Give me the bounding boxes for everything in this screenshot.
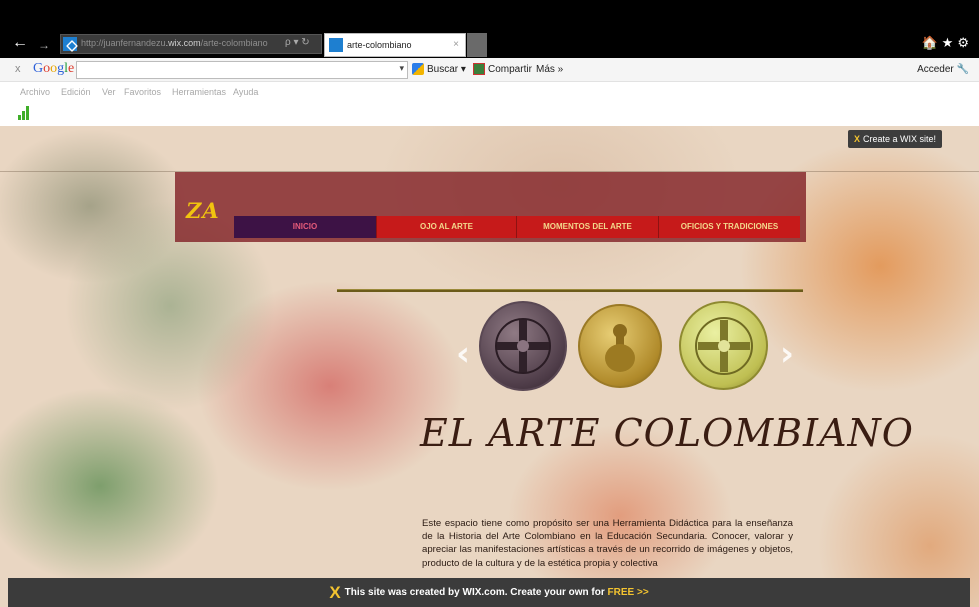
wix-favicon-icon — [329, 38, 343, 52]
coin-image[interactable] — [679, 301, 768, 390]
browser-titlebar: ← → http://juanfernandezu.wix.com/arte-c… — [0, 0, 979, 58]
coin-image[interactable] — [479, 301, 567, 391]
close-tab-icon[interactable]: × — [453, 39, 459, 50]
coin-poporo-icon — [605, 324, 635, 372]
nav-oficios-y-tradiciones[interactable]: OFICIOS Y TRADICIONES — [659, 216, 800, 238]
google-search-input[interactable]: ▾ — [76, 61, 408, 79]
mas-button[interactable]: Más » — [536, 64, 563, 75]
page-title: EL ARTE COLOMBIANO — [420, 411, 914, 455]
menu-archivo[interactable]: Archivo — [20, 87, 50, 97]
share-icon — [473, 63, 485, 75]
site-header: ZA INICIO OJO AL ARTE MOMENTOS DEL ARTE … — [175, 172, 806, 242]
address-search-refresh-icon[interactable]: ρ ▾ ↻ — [285, 37, 310, 48]
signal-bars-icon — [18, 106, 32, 120]
coin-cross-pattern-icon — [495, 318, 551, 374]
intro-paragraph: Este espacio tiene como propósito ser un… — [422, 518, 793, 569]
menu-bar: Archivo Edición Ver Favoritos Herramient… — [0, 82, 979, 126]
back-arrow-icon[interactable]: ← — [12, 35, 28, 51]
menu-ayuda[interactable]: Ayuda — [233, 87, 258, 97]
menu-edicion[interactable]: Edición — [61, 87, 91, 97]
wix-logo-icon: X — [854, 134, 861, 144]
wix-footer-banner[interactable]: X This site was created by WIX.com. Creat… — [8, 578, 970, 607]
wix-logo-icon: X — [329, 583, 341, 602]
slideshow-next-arrow-icon[interactable]: › — [780, 334, 794, 374]
menu-herramientas[interactable]: Herramientas — [172, 87, 226, 97]
new-tab-button[interactable] — [467, 33, 487, 57]
address-url: http://juanfernandezu.wix.com/arte-colom… — [81, 38, 268, 48]
compartir-button[interactable]: Compartir — [488, 64, 532, 75]
menu-ver[interactable]: Ver — [102, 87, 116, 97]
browser-window: ← → http://juanfernandezu.wix.com/arte-c… — [0, 0, 979, 607]
create-wix-site-button[interactable]: X Create a WIX site! — [848, 130, 942, 148]
nav-inicio[interactable]: INICIO — [234, 216, 377, 238]
wix-page: X Create a WIX site! ZA INICIO OJO AL ART… — [0, 126, 979, 607]
acceder-button[interactable]: Acceder 🔧 — [917, 64, 969, 75]
wix-favicon-icon — [63, 37, 77, 51]
slideshow-prev-arrow-icon[interactable]: ‹ — [456, 334, 470, 374]
home-favorites-settings-icons[interactable]: 🏠★⚙ — [922, 35, 974, 51]
google-search-icon — [412, 63, 424, 75]
address-bar[interactable]: http://juanfernandezu.wix.com/arte-colom… — [60, 34, 322, 54]
chevron-down-icon[interactable]: ▾ — [399, 63, 404, 74]
menu-favoritos[interactable]: Favoritos — [124, 87, 161, 97]
google-logo: Google — [33, 61, 75, 76]
google-toolbar: x Google ▾ Buscar ▾ Compartir Más » Acce… — [0, 58, 979, 82]
site-navbar: INICIO OJO AL ARTE MOMENTOS DEL ARTE OFI… — [234, 216, 800, 238]
gold-divider — [337, 289, 803, 292]
coin-image[interactable] — [578, 304, 662, 388]
nav-momentos-del-arte[interactable]: MOMENTOS DEL ARTE — [517, 216, 659, 238]
nav-ojo-al-arte[interactable]: OJO AL ARTE — [377, 216, 517, 238]
tab-title: arte-colombiano — [347, 40, 412, 50]
coin-cross-pattern-icon — [694, 316, 753, 375]
tab-arte-colombiano[interactable]: arte-colombiano × — [324, 33, 466, 57]
close-toolbar-icon[interactable]: x — [15, 63, 21, 75]
buscar-button[interactable]: Buscar ▾ — [427, 64, 466, 75]
site-logo[interactable]: ZA — [186, 198, 220, 223]
forward-arrow-icon[interactable]: → — [38, 37, 50, 53]
